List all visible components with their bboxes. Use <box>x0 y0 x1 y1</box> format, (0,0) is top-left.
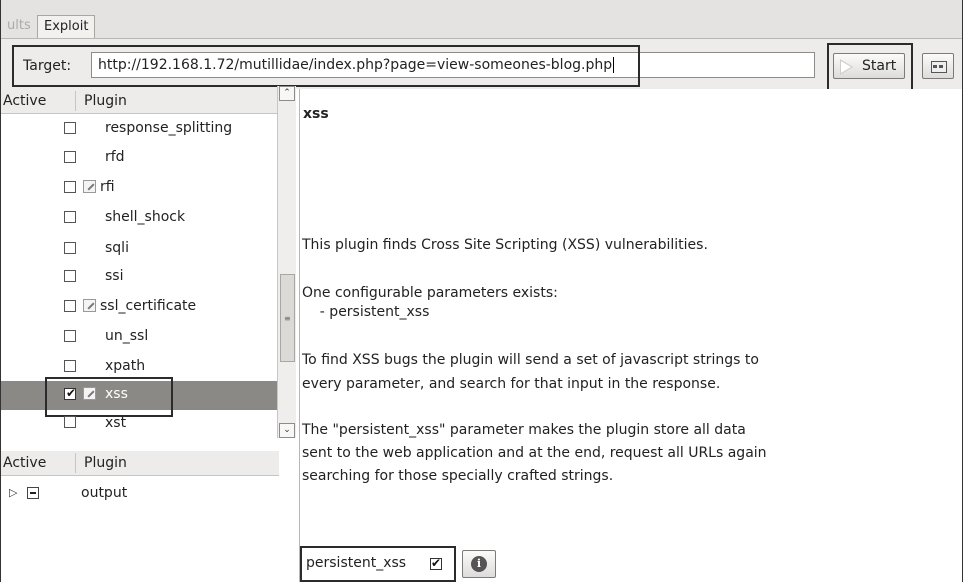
expand-arrow-icon[interactable]: ▷ <box>9 486 17 499</box>
plugin-row-xpath[interactable]: xpath <box>1 353 279 382</box>
edit-config-icon <box>83 387 96 400</box>
config-panel-button[interactable] <box>922 53 954 79</box>
plugin-checkbox[interactable] <box>64 151 76 163</box>
option-help-button[interactable]: i <box>462 550 496 578</box>
header-active[interactable]: Active <box>3 93 46 109</box>
panel-icon <box>931 61 947 73</box>
option-label-persistent-xss: persistent_xss <box>306 555 407 571</box>
plugin-row-xss[interactable]: ✔ xss <box>1 381 279 410</box>
plugin-checkbox[interactable] <box>64 360 76 372</box>
scroll-up-icon[interactable]: ⌃ <box>279 86 295 101</box>
description-line: This plugin finds Cross Site Scripting (… <box>302 237 708 253</box>
output-list-header: Active Plugin <box>1 451 279 476</box>
plugin-name: rfd <box>105 149 125 165</box>
plugin-checkbox[interactable] <box>64 211 76 223</box>
checkmark-icon: ✔ <box>66 386 77 400</box>
description-line: To find XSS bugs the plugin will send a … <box>302 352 759 368</box>
description-line: every parameter, and search for that inp… <box>302 376 721 392</box>
plugin-name: response_splitting <box>105 120 233 136</box>
text-caret <box>613 57 615 73</box>
grip-icon: ≡ <box>284 314 291 323</box>
tab-exploit[interactable]: Exploit <box>37 15 96 38</box>
plugin-row-shell_shock[interactable]: shell_shock <box>1 204 279 233</box>
plugin-detail-pane <box>300 89 962 582</box>
plugin-checkbox[interactable] <box>64 181 76 193</box>
target-url-value: http://192.168.1.72/mutillidae/index.php… <box>98 57 613 73</box>
partial-checkbox[interactable] <box>27 487 39 499</box>
plugin-checkbox[interactable] <box>64 242 76 254</box>
target-url-input[interactable]: http://192.168.1.72/mutillidae/index.php… <box>91 52 815 78</box>
plugin-row-response_splitting[interactable]: response_splitting <box>1 115 279 144</box>
plugin-list-scrollbar[interactable]: ⌃ ≡ ⌄ <box>277 86 296 438</box>
play-icon-inner <box>841 61 851 73</box>
scroll-thumb[interactable]: ≡ <box>280 274 295 362</box>
scroll-down-icon[interactable]: ⌄ <box>279 423 295 438</box>
header-plugin[interactable]: Plugin <box>84 93 127 109</box>
plugin-row-xst[interactable]: xst <box>1 413 279 437</box>
checkmark-icon: ✔ <box>431 556 442 570</box>
plugin-row-ssi[interactable]: ssi <box>1 263 279 292</box>
plugin-name: ssi <box>105 268 124 284</box>
plugin-name: xst <box>105 415 127 431</box>
plugin-name: output <box>81 485 128 501</box>
column-separator <box>75 453 76 473</box>
plugin-row-un_ssl[interactable]: un_ssl <box>1 323 279 352</box>
description-line: - persistent_xss <box>302 304 430 320</box>
header-plugin[interactable]: Plugin <box>84 455 127 471</box>
plugin-checkbox[interactable] <box>64 416 76 428</box>
plugin-list-header: Active Plugin <box>1 89 279 114</box>
plugin-checkbox[interactable]: ✔ <box>64 386 77 400</box>
description-line: One configurable parameters exists: <box>302 285 558 301</box>
plugin-name: xpath <box>105 358 146 374</box>
plugin-checkbox[interactable] <box>64 300 76 312</box>
description-line: sent to the web application and at the e… <box>302 445 767 461</box>
plugin-checkbox[interactable] <box>64 122 76 134</box>
plugin-row-sqli[interactable]: sqli <box>1 235 279 264</box>
plugin-checkbox[interactable] <box>64 330 76 342</box>
plugin-row-ssl_certificate[interactable]: ssl_certificate <box>1 293 279 322</box>
output-plugin-row[interactable]: ▷ output <box>1 482 279 506</box>
w3af-window: ults Exploit Target: http://192.168.1.72… <box>0 0 963 582</box>
start-button-label: Start <box>862 58 897 74</box>
plugin-row-rfi[interactable]: rfi <box>1 174 279 203</box>
plugin-name: ssl_certificate <box>100 298 197 314</box>
edit-config-icon <box>83 299 96 312</box>
info-icon: i <box>471 556 487 572</box>
plugin-checkbox[interactable] <box>64 270 76 282</box>
target-label: Target: <box>23 58 72 74</box>
column-separator <box>75 91 76 111</box>
plugin-detail-title: xss <box>303 106 329 122</box>
plugin-name: un_ssl <box>105 328 149 344</box>
plugin-name: rfi <box>100 179 115 195</box>
header-active[interactable]: Active <box>3 455 46 471</box>
plugin-name: sqli <box>105 240 129 256</box>
edit-config-icon <box>83 180 96 193</box>
tab-results[interactable]: ults <box>1 15 37 37</box>
plugin-name: shell_shock <box>105 209 186 225</box>
description-line: searching for those specially crafted st… <box>302 468 614 484</box>
tab-bar: ults Exploit <box>1 0 962 39</box>
option-checkbox-persistent-xss[interactable]: ✔ <box>430 556 442 570</box>
plugin-row-rfd[interactable]: rfd <box>1 144 279 173</box>
description-line: The "persistent_xss" parameter makes the… <box>302 422 746 438</box>
start-button[interactable]: Start <box>833 53 905 79</box>
plugin-name: xss <box>105 386 128 402</box>
